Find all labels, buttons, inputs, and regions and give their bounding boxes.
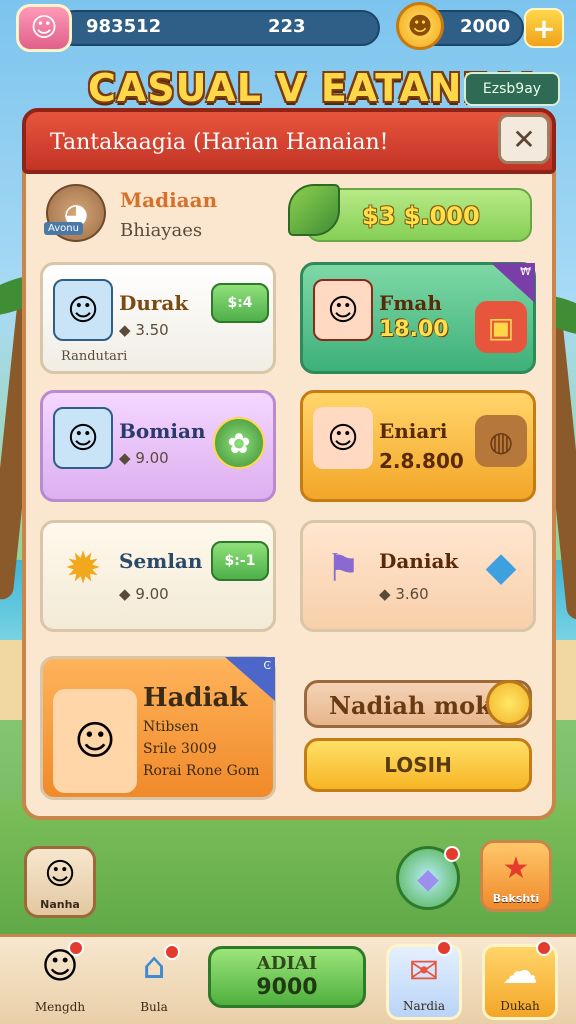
- top-bar: ☺ 983512 223 ☻ 2000 +: [16, 2, 564, 52]
- nav-item-mengdh[interactable]: ☺ Mengdh: [22, 942, 98, 1018]
- nav-label: Bula: [140, 1000, 168, 1014]
- notification-dot: [436, 940, 452, 956]
- card-caption: Randutari: [61, 349, 128, 364]
- featured-line-2: Srile 3009: [143, 741, 217, 757]
- nav-label: Mengdh: [34, 1000, 86, 1014]
- nav-item-bula[interactable]: ⌂ Bula: [116, 942, 192, 1018]
- woman-portrait-icon: ☺: [313, 407, 373, 469]
- panel-header: Tantakaagia (Harian Hanaian!: [22, 108, 556, 174]
- currency-pill-value: $3 $.000: [362, 202, 480, 230]
- panel-header-title: Tantakaagia (Harian Hanaian!: [50, 130, 389, 155]
- cookie-icon: ☺: [30, 13, 58, 43]
- level-count: 223: [268, 16, 306, 37]
- nav-center-value: 9000: [256, 975, 318, 1000]
- left-side-label: Nanha: [40, 898, 80, 911]
- red-hood-portrait-icon: ☺: [313, 279, 373, 341]
- featured-line-3: Rorai Rone Gom: [143, 763, 260, 779]
- notification-dot: [68, 940, 84, 956]
- pet-name: Madiaan: [120, 188, 218, 212]
- card-name: Bomian: [119, 419, 206, 443]
- card-price: ◆ 3.60: [379, 585, 429, 603]
- boy-portrait-icon: ☺: [53, 407, 113, 469]
- reward-card-daniak[interactable]: ⚑ Daniak ◆ 3.60 ◆: [300, 520, 536, 632]
- pet-tag: Avonu: [44, 222, 83, 235]
- gold-coin-icon: [486, 680, 532, 726]
- card-price: ◆ 9.00: [119, 585, 169, 603]
- treasure-box-icon: ▣: [475, 301, 527, 353]
- basket-icon: ◍: [475, 415, 527, 467]
- letter-icon: ✉: [408, 951, 440, 992]
- claim-button[interactable]: LOSIH: [304, 738, 532, 792]
- coins-count: 2000: [460, 16, 511, 37]
- star-icon: ★: [502, 851, 530, 886]
- chat-bubble-badge: $:-1: [211, 541, 269, 581]
- reward-card-semlan[interactable]: ✹ Semlan ◆ 9.00 $:-1: [40, 520, 276, 632]
- character-icon: ☺: [41, 946, 79, 987]
- sun-gem-icon: ✹: [64, 542, 102, 594]
- nav-label: Dukah: [500, 999, 540, 1013]
- featured-line-1: Ntibsen: [143, 719, 199, 735]
- reward-card-durak[interactable]: ☺ Durak ◆ 3.50 Randutari $:4: [40, 262, 276, 374]
- nav-center-button[interactable]: ADIAI 9000: [208, 946, 366, 1008]
- notification-dot: [444, 846, 460, 862]
- nav-item-nardia[interactable]: ✉ Nardia: [386, 944, 462, 1020]
- kids-illustration-icon: ☺: [53, 689, 137, 793]
- close-button[interactable]: ✕: [498, 114, 550, 164]
- card-price: ◆ 9.00: [119, 449, 169, 467]
- card-price: ◆ 3.50: [119, 321, 169, 339]
- left-side-button[interactable]: ☺ Nanha: [24, 846, 96, 918]
- right-side-label: Bakshti: [492, 892, 540, 905]
- card-name: Eniari: [379, 419, 448, 443]
- card-price: 2.8.800: [379, 449, 464, 473]
- card-price: 18.00: [379, 317, 449, 342]
- chat-bubble-badge: $:4: [211, 283, 269, 323]
- featured-reward-card[interactable]: ☺ Ͼ Hadiak Ntibsen Srile 3009 Rorai Rone…: [40, 656, 276, 800]
- card-ribbon: ₩: [491, 263, 535, 303]
- pet-row: ◕ Avonu Madiaan Bhiayaes $3 $.000: [40, 184, 536, 248]
- farmer-icon: ☺: [44, 857, 76, 892]
- crystal-icon: ◆: [485, 544, 517, 590]
- card-name: Daniak: [379, 549, 459, 573]
- girl-portrait-icon: ☺: [53, 279, 113, 341]
- card-name: Durak: [119, 291, 189, 315]
- title-badge[interactable]: Ezsb9ay: [464, 72, 560, 106]
- nav-label: Nardia: [402, 999, 446, 1013]
- gem-icon: ◆: [417, 861, 439, 895]
- reward-card-fmah[interactable]: ☺ Fmah 18.00 ₩ ▣: [300, 262, 536, 374]
- card-name: Semlan: [119, 549, 203, 573]
- add-coins-button[interactable]: +: [524, 8, 564, 48]
- gems-count: 983512: [86, 16, 162, 37]
- pet-subtitle: Bhiayaes: [120, 220, 203, 241]
- notification-dot: [164, 944, 180, 960]
- reward-card-eniari[interactable]: ☺ Eniari 2.8.800 ◍: [300, 390, 536, 502]
- claim-label: Nadiah mok: [329, 691, 492, 720]
- nav-center-title: ADIAI: [256, 953, 318, 974]
- reward-card-bomian[interactable]: ☺ Bomian ◆ 9.00 ✿: [40, 390, 276, 502]
- cloud-icon: ☁: [502, 951, 538, 992]
- right-side-button[interactable]: ★ Bakshti: [480, 840, 552, 912]
- card-name: Fmah: [379, 291, 442, 315]
- melon-icon: ✿: [213, 417, 265, 469]
- toy-icon: ⚑: [325, 546, 361, 590]
- profile-button[interactable]: ☺: [16, 4, 72, 52]
- house-icon: ⌂: [142, 946, 166, 987]
- leaf-icon: [288, 184, 340, 236]
- notification-dot: [536, 940, 552, 956]
- featured-name: Hadiak: [143, 683, 248, 713]
- banana-coin-icon: ☻: [396, 2, 444, 50]
